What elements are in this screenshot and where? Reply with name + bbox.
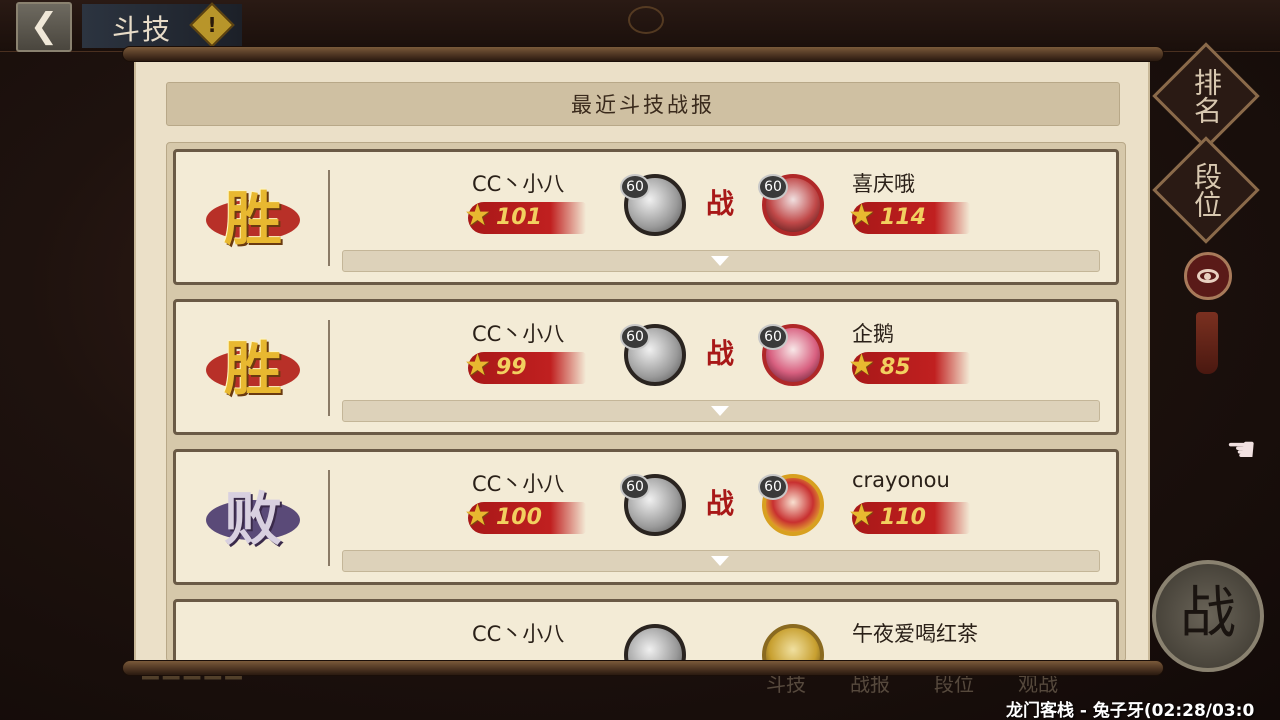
divider <box>328 470 330 566</box>
ornament-icon <box>628 6 664 34</box>
player-score-flag: ★ 100 <box>464 500 586 534</box>
player-avatar[interactable]: 60 <box>620 324 686 386</box>
chevron-down-icon <box>711 556 729 566</box>
opponent-score-flag: ★ 110 <box>848 500 970 534</box>
star-icon: ★ <box>464 198 491 233</box>
battle-list[interactable]: 胜 CC丶小八 ★ 101 60 战 60 喜庆哦 ★ 114 胜 CC丶小八 … <box>166 142 1126 660</box>
vs-label: 战 <box>706 187 735 220</box>
vs-label: 战 <box>706 337 735 370</box>
player-level: 60 <box>620 324 650 350</box>
result-label: 败 <box>223 485 282 553</box>
page-title: 斗技 <box>112 13 173 46</box>
chevron-down-icon <box>711 406 729 416</box>
tassel-ornament <box>1196 312 1218 374</box>
opponent-name: 午夜爱喝红茶 <box>852 622 978 646</box>
opponent-level: 60 <box>758 474 788 500</box>
opponent-score-flag: ★ 85 <box>848 350 970 384</box>
opponent-avatar[interactable] <box>762 624 824 660</box>
battle-report-panel: 最近斗技战报 胜 CC丶小八 ★ 101 60 战 60 喜庆哦 ★ 114 胜… <box>134 62 1150 660</box>
opponent-score: 114 <box>880 205 926 230</box>
player-score-flag: ★ 101 <box>464 200 586 234</box>
battle-row[interactable]: 败 CC丶小八 ★ 100 60 战 60 crayonou ★ 110 <box>173 449 1119 585</box>
opponent-score: 110 <box>880 505 926 530</box>
opponent-level: 60 <box>758 174 788 200</box>
battle-row[interactable]: 胜 CC丶小八 ★ 101 60 战 60 喜庆哦 ★ 114 <box>173 149 1119 285</box>
pointing-hand-icon: ☚ <box>1226 430 1257 470</box>
vs-label: 战 <box>706 487 735 520</box>
divider <box>328 170 330 266</box>
stream-credit: 龙门客栈 - 兔子牙(02:28/03:0 <box>1006 701 1255 720</box>
player-name: CC丶小八 <box>472 322 565 346</box>
scroll-rod-bottom <box>122 660 1164 676</box>
result-label: 胜 <box>223 185 282 253</box>
opponent-avatar[interactable]: 60 <box>758 174 824 236</box>
star-icon: ★ <box>848 348 875 383</box>
player-name: CC丶小八 <box>472 172 565 196</box>
rank-tier-button[interactable]: 段位 <box>1152 136 1260 244</box>
chevron-down-icon <box>711 256 729 266</box>
player-name: CC丶小八 <box>472 622 565 646</box>
loss-badge: 败 <box>198 466 308 562</box>
exclamation-icon: ! <box>207 13 217 37</box>
fight-button[interactable]: 战 <box>1152 560 1264 672</box>
rank-tier-label: 段位 <box>1190 162 1223 218</box>
ranking-label: 排名 <box>1190 68 1223 124</box>
player-avatar[interactable]: 60 <box>620 474 686 536</box>
player-avatar[interactable] <box>624 624 686 660</box>
player-score-flag: ★ 99 <box>464 350 586 384</box>
star-icon: ★ <box>848 198 875 233</box>
win-badge: 胜 <box>198 166 308 262</box>
panel-title: 最近斗技战报 <box>166 82 1120 126</box>
player-avatar[interactable]: 60 <box>620 174 686 236</box>
back-arrow-icon[interactable]: ❮ <box>16 2 72 52</box>
top-bar: ❮ 斗技 ! <box>0 0 1280 52</box>
opponent-avatar[interactable]: 60 <box>758 324 824 386</box>
ranking-button[interactable]: 排名 <box>1152 42 1260 150</box>
star-icon: ★ <box>464 348 491 383</box>
result-label: 胜 <box>223 335 282 403</box>
player-score: 100 <box>496 505 542 530</box>
battle-row[interactable]: 胜 CC丶小八 ★ 99 60 战 60 企鹅 ★ 85 <box>173 299 1119 435</box>
opponent-score-flag: ★ 114 <box>848 200 970 234</box>
player-score: 99 <box>496 355 527 380</box>
player-name: CC丶小八 <box>472 472 565 496</box>
expand-details-button[interactable] <box>342 550 1100 572</box>
battle-row[interactable]: CC丶小八 午夜爱喝红茶 <box>173 599 1119 660</box>
player-score: 101 <box>496 205 542 230</box>
opponent-name: 喜庆哦 <box>852 172 915 196</box>
player-level: 60 <box>620 474 650 500</box>
star-icon: ★ <box>464 498 491 533</box>
opponent-avatar[interactable]: 60 <box>758 474 824 536</box>
player-level: 60 <box>620 174 650 200</box>
star-icon: ★ <box>848 498 875 533</box>
opponent-name: crayonou <box>852 468 950 492</box>
opponent-level: 60 <box>758 324 788 350</box>
opponent-name: 企鹅 <box>852 322 894 346</box>
eye-icon[interactable] <box>1184 252 1232 300</box>
expand-details-button[interactable] <box>342 250 1100 272</box>
win-badge: 胜 <box>198 316 308 412</box>
scroll-rod-top <box>122 46 1164 62</box>
divider <box>328 320 330 416</box>
expand-details-button[interactable] <box>342 400 1100 422</box>
opponent-score: 85 <box>880 355 911 380</box>
